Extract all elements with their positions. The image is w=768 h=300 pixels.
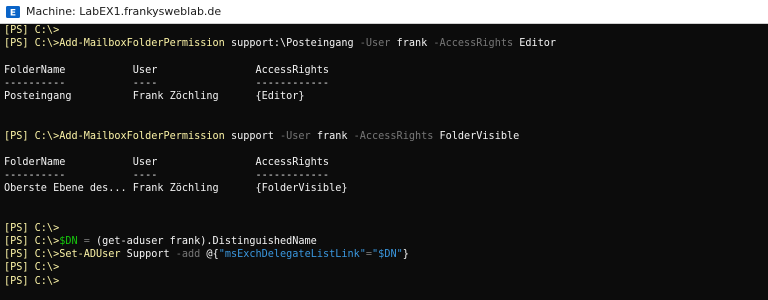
- console-text-segment: FolderName User AccessRights: [4, 156, 330, 168]
- console-text-segment: Oberste Ebene des... Frank Zöchling {Fol…: [4, 183, 348, 195]
- console-text-segment: Set-ADUser: [59, 249, 121, 261]
- console-text-segment: [PS] C:\>: [4, 25, 60, 36]
- console-line-prompt: [PS] C:\>: [4, 24, 768, 37]
- console-text-segment: frank: [390, 38, 434, 50]
- console-text-segment: Support: [120, 249, 176, 261]
- console-text-segment: [PS] C:\>: [4, 222, 60, 234]
- svg-text:E: E: [10, 8, 16, 18]
- window-titlebar[interactable]: E Machine: LabEX1.frankysweblab.de: [0, 0, 768, 24]
- console-text-segment: -add: [175, 249, 201, 261]
- console-text-segment: }: [402, 249, 409, 261]
- console-text-segment: "$DN": [372, 249, 403, 261]
- console-text-segment: [PS] C:\>: [4, 249, 60, 261]
- console-line-prompt: [PS] C:\>Set-ADUser Support -add @{"msEx…: [4, 248, 768, 261]
- console-text-segment: -AccessRights: [353, 130, 434, 142]
- console-text-segment: -AccessRights: [433, 38, 514, 50]
- console-text-segment: -User: [359, 38, 391, 50]
- console-line-prompt: [PS] C:\>Add-MailboxFolderPermission sup…: [4, 130, 768, 143]
- window-title: Machine: LabEX1.frankysweblab.de: [26, 5, 222, 18]
- exchange-icon: E: [6, 5, 20, 19]
- console-text-segment: support: [224, 130, 281, 142]
- console-line-output: FolderName User AccessRights: [4, 64, 768, 77]
- console-text-segment: ---------- ---- ------------: [4, 170, 330, 182]
- console-text-segment: support:\Posteingang: [224, 38, 360, 50]
- console-line-output: ---------- ---- ------------: [4, 169, 768, 182]
- console-line-prompt: [PS] C:\>Add-MailboxFolderPermission sup…: [4, 37, 768, 50]
- console-line-output: FolderName User AccessRights: [4, 156, 768, 169]
- powershell-console[interactable]: [PS] C:\> [PS] C:\>Add-MailboxFolderPermi…: [0, 24, 768, 300]
- console-text-segment: ---------- ---- ------------: [4, 77, 330, 89]
- console-line-prompt: [PS] C:\>$DN = (get-aduser frank).Distin…: [4, 235, 768, 248]
- console-text-segment: [PS] C:\>: [4, 130, 60, 142]
- console-text-segment: $DN: [59, 236, 78, 247]
- console-text-segment: Posteingang Frank Zöchling {Editor}: [4, 90, 305, 102]
- console-text-segment: @{: [200, 249, 219, 261]
- console-text-segment: FolderName User AccessRights: [4, 64, 330, 76]
- console-line-output: Posteingang Frank Zöchling {Editor}: [4, 90, 768, 103]
- console-text-segment: FolderVisible: [433, 130, 520, 142]
- console-text-segment: -User: [280, 130, 311, 142]
- console-text-segment: "msExchDelegateListLink": [218, 249, 366, 261]
- console-text-segment: [PS] C:\>: [4, 262, 60, 274]
- console-line-prompt: [PS] C:\>: [4, 261, 768, 274]
- console-line-output: ---------- ---- ------------: [4, 77, 768, 90]
- console-text-segment: [PS] C:\>: [4, 275, 60, 287]
- console-text-segment: [PS] C:\>: [4, 236, 60, 247]
- console-line-prompt: [PS] C:\>: [4, 275, 768, 288]
- console-line-output: Oberste Ebene des... Frank Zöchling {Fol…: [4, 182, 768, 195]
- console-line-prompt: [PS] C:\>: [4, 222, 768, 235]
- console-text-segment: =: [77, 236, 97, 247]
- console-text-segment: Add-MailboxFolderPermission: [59, 130, 225, 142]
- console-text-segment: Add-MailboxFolderPermission: [59, 38, 225, 50]
- console-text-segment: Editor: [513, 38, 557, 50]
- console-text-segment: (get-aduser frank).DistinguishedName: [96, 236, 317, 247]
- console-text-segment: [PS] C:\>: [4, 38, 60, 50]
- console-text-segment: frank: [310, 130, 354, 142]
